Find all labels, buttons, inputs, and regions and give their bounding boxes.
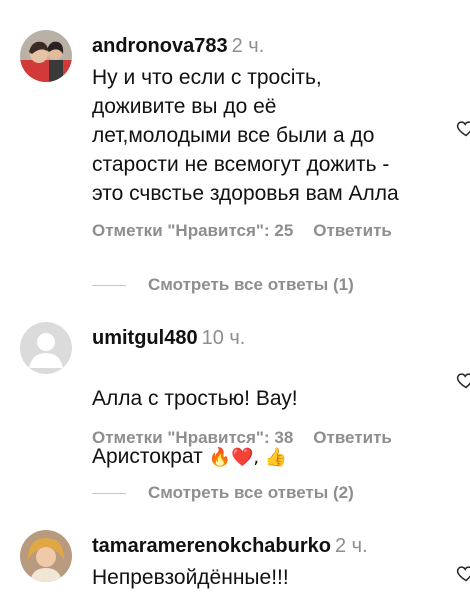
emoji: 👍 — [264, 447, 288, 468]
timestamp: 2 ч. — [334, 535, 368, 557]
avatar[interactable] — [20, 30, 72, 82]
divider — [92, 493, 126, 495]
likes-count[interactable]: Отметки "Нравится": 25 — [92, 221, 293, 240]
timestamp: 2 ч. — [231, 35, 265, 57]
username[interactable]: andronova783 — [92, 35, 228, 57]
reply-button[interactable]: Ответить — [313, 221, 392, 240]
comment-actions: Отметки "Нравится": 25 Ответить — [92, 221, 392, 241]
comment-text: Ну и что если с тросiть, доживите вы до … — [92, 66, 399, 205]
heart-outline-icon[interactable] — [456, 118, 470, 138]
username[interactable]: umitgul480 — [92, 327, 198, 349]
username[interactable]: tamaramerenokchaburko — [92, 535, 331, 557]
likes-count[interactable]: Отметки "Нравится": 38 — [92, 428, 293, 447]
view-replies-button[interactable]: Смотреть все ответы (1) — [92, 275, 354, 295]
comment-header: andronova783 2 ч. — [92, 34, 440, 58]
reply-button[interactable]: Ответить — [313, 428, 392, 447]
view-replies-label: Смотреть все ответы (2) — [148, 483, 354, 502]
comment-actions: Отметки "Нравится": 38 Ответить — [92, 428, 392, 448]
comment-text-line: Алла с тростью! Вау! — [92, 387, 298, 410]
heart-outline-icon[interactable] — [456, 370, 470, 390]
avatar[interactable] — [20, 322, 72, 374]
view-replies-button[interactable]: Смотреть все ответы (2) — [92, 483, 354, 503]
emoji: 🔥❤️, — [208, 447, 260, 468]
comment-header: tamaramerenokchaburko 2 ч. — [92, 534, 440, 558]
comment-header: umitgul480 10 ч. — [92, 326, 440, 350]
timestamp: 10 ч. — [201, 327, 246, 349]
avatar[interactable] — [20, 530, 72, 582]
heart-outline-icon[interactable] — [456, 563, 470, 583]
comment-text: Непревзойдённые!!! — [92, 566, 289, 589]
view-replies-label: Смотреть все ответы (1) — [148, 275, 354, 294]
divider — [92, 285, 126, 287]
